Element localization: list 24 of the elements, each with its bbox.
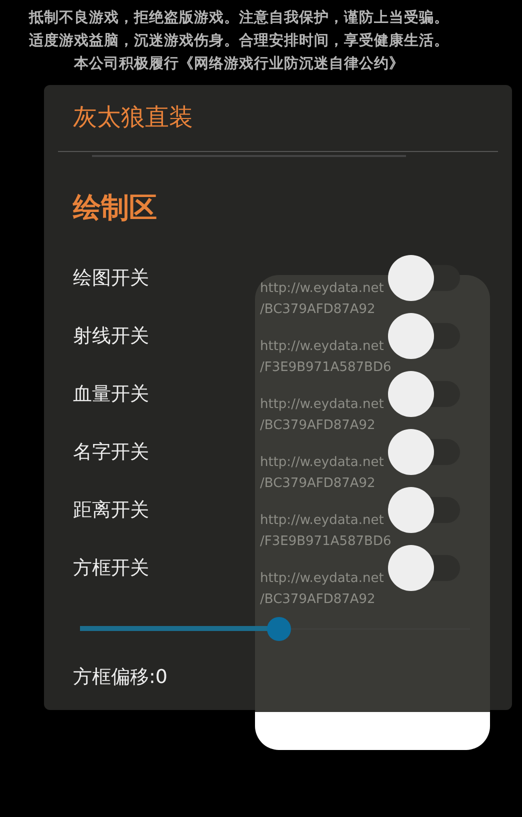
url-text: /BC379AFD87A92: [260, 300, 376, 318]
toggle-label: 名字开关: [73, 440, 149, 465]
url-text: http://w.eydata.net: [260, 512, 384, 530]
section-title: 绘制区: [73, 191, 157, 224]
slider-label: 方框偏移:0: [73, 665, 168, 690]
url-text: /F3E9B971A587BD6: [260, 532, 392, 550]
url-text: /BC379AFD87A92: [260, 416, 376, 434]
toggle-label: 绘图开关: [73, 266, 149, 291]
url-text: /BC379AFD87A92: [260, 590, 376, 608]
toggle-label: 射线开关: [73, 324, 149, 349]
menu-title: 灰太狼直装: [73, 103, 193, 131]
url-text: http://w.eydata.net: [260, 280, 384, 298]
notice-text: 抵制不良游戏，拒绝盗版游戏。注意自我保护，谨防上当受骗。: [28, 8, 450, 28]
url-text: /BC379AFD87A92: [260, 474, 376, 492]
notice-text: 本公司积极履行《网络游戏行业防沉迷自律公约》: [72, 54, 405, 74]
url-text: http://w.eydata.net: [260, 396, 384, 414]
toggle-label: 血量开关: [73, 382, 149, 407]
url-text: /F3E9B971A587BD6: [260, 358, 392, 376]
url-text: http://w.eydata.net: [260, 338, 384, 356]
url-text: http://w.eydata.net: [260, 570, 384, 588]
toggle-label: 距离开关: [73, 498, 149, 523]
url-text: http://w.eydata.net: [260, 454, 384, 472]
toggle-label: 方框开关: [73, 556, 149, 581]
notice-text: 适度游戏益脑，沉迷游戏伤身。合理安排时间，享受健康生活。: [28, 31, 450, 51]
